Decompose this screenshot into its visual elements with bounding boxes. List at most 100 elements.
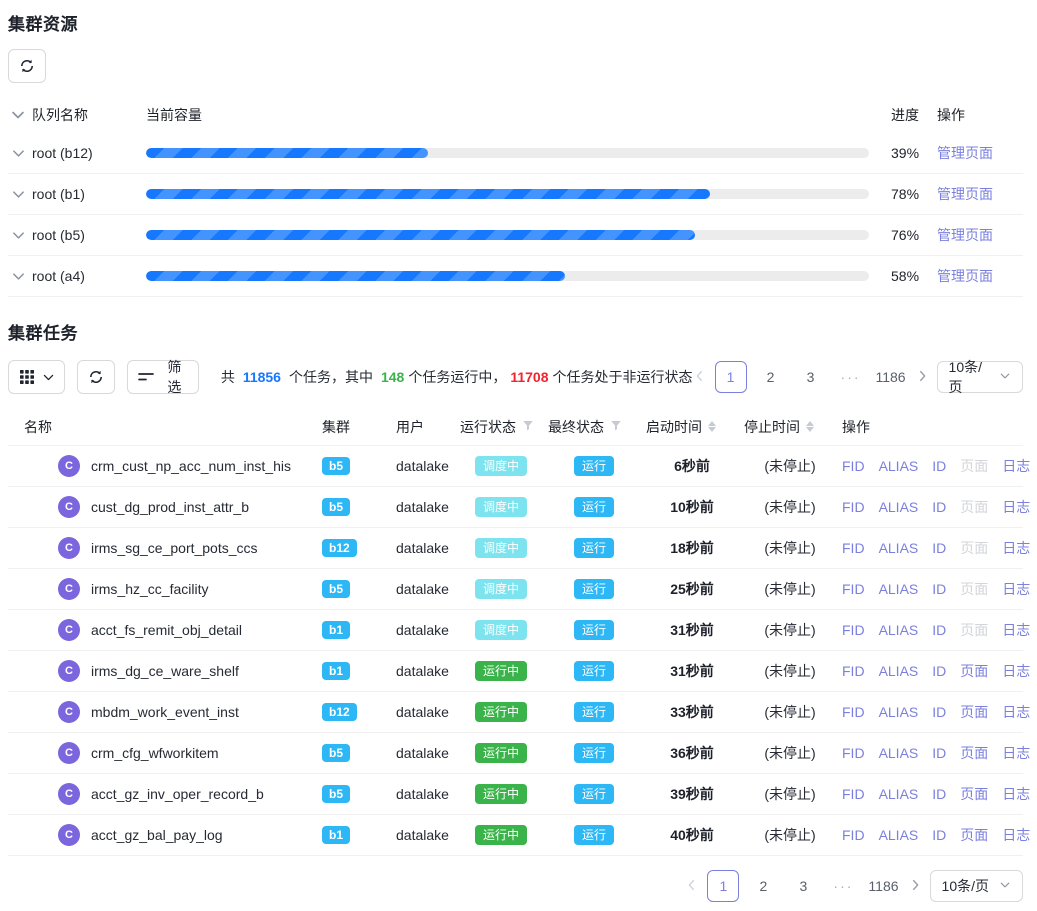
alias-link[interactable]: ALIAS <box>879 499 919 515</box>
alias-link[interactable]: ALIAS <box>879 458 919 474</box>
page-link[interactable]: 页面 <box>960 743 988 763</box>
task-name: crm_cfg_wfworkitem <box>91 745 219 761</box>
id-link[interactable]: ID <box>932 540 946 556</box>
task-row: Cirms_hz_cc_facility b5 datalake 调度中 运行 … <box>8 569 1023 610</box>
manage-page-link[interactable]: 管理页面 <box>937 145 993 161</box>
log-link[interactable]: 日志 <box>1002 702 1030 722</box>
cluster-badge: b1 <box>322 621 350 639</box>
task-user: datalake <box>390 458 454 474</box>
page-link[interactable]: 页面 <box>960 784 988 804</box>
alias-link[interactable]: ALIAS <box>879 540 919 556</box>
log-link[interactable]: 日志 <box>1002 538 1030 558</box>
page-2[interactable]: 2 <box>747 870 779 902</box>
prev-page-icon[interactable] <box>693 369 707 386</box>
log-link[interactable]: 日志 <box>1002 743 1030 763</box>
page-link[interactable]: 页面 <box>960 702 988 722</box>
log-link[interactable]: 日志 <box>1002 620 1030 640</box>
id-link[interactable]: ID <box>932 663 946 679</box>
stop-time: (未停止) <box>738 743 836 763</box>
alias-link[interactable]: ALIAS <box>879 704 919 720</box>
expand-chevron-icon[interactable] <box>8 184 28 204</box>
stop-time: (未停止) <box>738 784 836 804</box>
task-user: datalake <box>390 786 454 802</box>
fid-link[interactable]: FID <box>842 663 865 679</box>
expand-chevron-icon[interactable] <box>8 266 28 286</box>
id-link[interactable]: ID <box>932 499 946 515</box>
next-page-icon[interactable] <box>908 878 922 895</box>
log-link[interactable]: 日志 <box>1002 784 1030 804</box>
cluster-badge: b5 <box>322 580 350 598</box>
page-ellipsis[interactable]: ··· <box>835 361 867 393</box>
fid-link[interactable]: FID <box>842 458 865 474</box>
id-link[interactable]: ID <box>932 581 946 597</box>
page-last[interactable]: 1186 <box>875 361 907 393</box>
id-link[interactable]: ID <box>932 704 946 720</box>
tasks-refresh-button[interactable] <box>77 360 115 394</box>
progress-value: 76% <box>885 227 931 243</box>
collapse-all-chevron-icon[interactable] <box>8 105 28 125</box>
sorter-icon[interactable] <box>806 421 814 432</box>
run-state-tag: 运行中 <box>475 702 527 722</box>
fid-link[interactable]: FID <box>842 622 865 638</box>
alias-link[interactable]: ALIAS <box>879 745 919 761</box>
stop-time: (未停止) <box>738 825 836 845</box>
page-last[interactable]: 1186 <box>867 870 899 902</box>
expand-chevron-icon[interactable] <box>8 143 28 163</box>
fid-link[interactable]: FID <box>842 704 865 720</box>
alias-link[interactable]: ALIAS <box>879 622 919 638</box>
id-link[interactable]: ID <box>932 786 946 802</box>
next-page-icon[interactable] <box>915 369 929 386</box>
manage-page-link[interactable]: 管理页面 <box>937 268 993 284</box>
page-1[interactable]: 1 <box>715 361 747 393</box>
alias-link[interactable]: ALIAS <box>879 663 919 679</box>
fid-link[interactable]: FID <box>842 581 865 597</box>
resources-refresh-button[interactable] <box>8 49 46 83</box>
page-link[interactable]: 页面 <box>960 825 988 845</box>
queue-row: root (b5) 76% 管理页面 <box>8 215 1023 256</box>
cluster-resources-section: 集群资源 队列名称 当前容量 进度 操作 root (b12) 39% 管理页面 <box>8 10 1023 297</box>
page-size-select[interactable]: 10条/页 <box>937 361 1023 393</box>
sorter-icon[interactable] <box>708 421 716 432</box>
fid-link[interactable]: FID <box>842 499 865 515</box>
cluster-tasks-section: 集群任务 筛选 共11856个任务，其中148个任务运行中，11708个任务处于… <box>8 319 1023 902</box>
page-3[interactable]: 3 <box>787 870 819 902</box>
alias-link[interactable]: ALIAS <box>879 827 919 843</box>
alias-link[interactable]: ALIAS <box>879 581 919 597</box>
task-name: irms_dg_ce_ware_shelf <box>91 663 239 679</box>
log-link[interactable]: 日志 <box>1002 661 1030 681</box>
id-link[interactable]: ID <box>932 745 946 761</box>
expand-chevron-icon[interactable] <box>8 225 28 245</box>
final-state-tag: 运行 <box>574 743 614 763</box>
filter-button[interactable]: 筛选 <box>127 360 199 394</box>
page-size-select[interactable]: 10条/页 <box>930 870 1023 902</box>
chevron-down-icon <box>999 878 1011 894</box>
nonrunning-count: 11708 <box>510 369 548 385</box>
page-3[interactable]: 3 <box>795 361 827 393</box>
id-link[interactable]: ID <box>932 827 946 843</box>
refresh-icon <box>88 369 104 385</box>
fid-link[interactable]: FID <box>842 786 865 802</box>
col-user: 用户 <box>390 417 454 437</box>
log-link[interactable]: 日志 <box>1002 825 1030 845</box>
id-link[interactable]: ID <box>932 622 946 638</box>
filter-funnel-icon[interactable] <box>610 419 622 435</box>
alias-link[interactable]: ALIAS <box>879 786 919 802</box>
manage-page-link[interactable]: 管理页面 <box>937 227 993 243</box>
queue-name: root (b1) <box>32 186 132 202</box>
fid-link[interactable]: FID <box>842 540 865 556</box>
prev-page-icon[interactable] <box>685 878 699 895</box>
id-link[interactable]: ID <box>932 458 946 474</box>
col-action: 操作 <box>836 417 1023 437</box>
filter-funnel-icon[interactable] <box>522 419 534 435</box>
fid-link[interactable]: FID <box>842 827 865 843</box>
log-link[interactable]: 日志 <box>1002 497 1030 517</box>
log-link[interactable]: 日志 <box>1002 579 1030 599</box>
layout-dropdown-button[interactable] <box>8 360 65 394</box>
page-ellipsis[interactable]: ··· <box>827 870 859 902</box>
log-link[interactable]: 日志 <box>1002 456 1030 476</box>
page-1[interactable]: 1 <box>707 870 739 902</box>
page-link[interactable]: 页面 <box>960 661 988 681</box>
page-2[interactable]: 2 <box>755 361 787 393</box>
fid-link[interactable]: FID <box>842 745 865 761</box>
manage-page-link[interactable]: 管理页面 <box>937 186 993 202</box>
